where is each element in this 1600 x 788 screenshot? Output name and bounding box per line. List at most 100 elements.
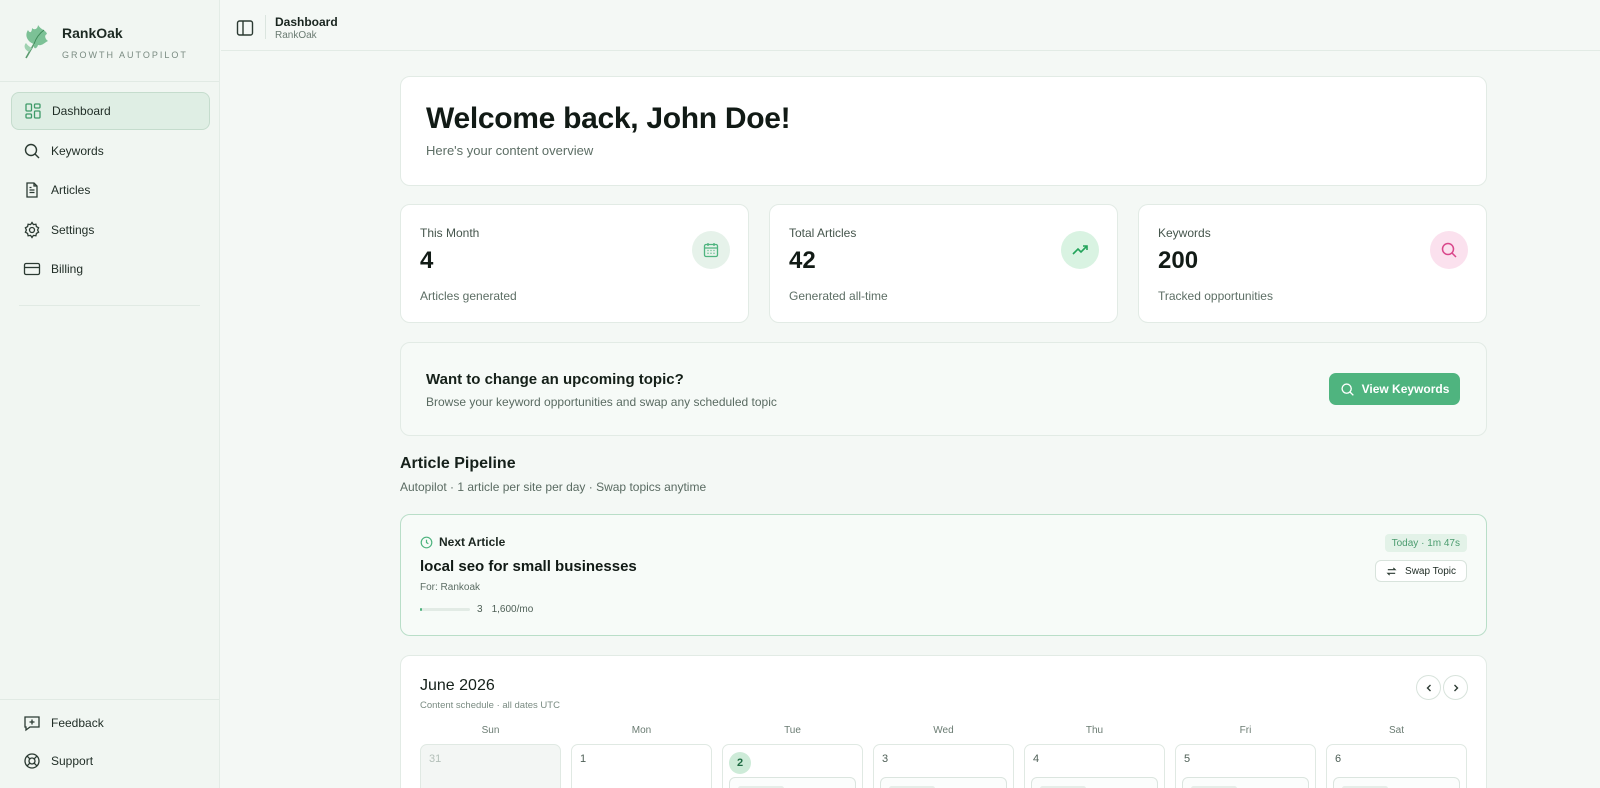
header-divider [265,15,266,39]
day-number: 31 [429,753,442,765]
sidebar-bottom-nav: Feedback Support [11,704,210,781]
swap-topic-label: Swap Topic [1405,565,1456,577]
view-keywords-label: View Keywords [1361,382,1450,396]
stat-label: Keywords [1158,226,1211,240]
next-article-metrics: 3 1,600/mo [420,604,533,615]
view-keywords-button[interactable]: View Keywords [1329,373,1460,405]
weekday-label: Wed [933,725,954,736]
breadcrumb: RankOak [275,30,317,41]
calendar-day[interactable]: 5 [1175,744,1316,788]
stat-description: Generated all-time [789,289,888,303]
sidebar-item-feedback[interactable]: Feedback [11,704,210,741]
stat-label: This Month [420,226,480,240]
calendar-month: June 2026 [420,677,495,694]
stat-value: 200 [1158,247,1199,274]
lifebuoy-icon [23,752,51,770]
day-number: 4 [1033,753,1040,765]
next-article-label: Next Article [439,535,506,549]
sidebar-divider [19,305,200,306]
day-number: 1 [580,753,587,765]
sidebar-item-label: Keywords [51,143,104,158]
calendar-subtitle: Content schedule · all dates UTC [420,700,560,711]
credit-card-icon [23,260,51,278]
brand-tagline: GROWTH AUTOPILOT [62,50,188,60]
calendar-icon [692,231,730,269]
weekday-label: Mon [631,725,652,736]
page-title: Dashboard [275,15,338,29]
sidebar: RankOak GROWTH AUTOPILOT Dashboard Keywo… [0,0,220,788]
dashboard-icon [24,102,52,120]
search-icon [1340,382,1354,396]
next-article-heading: Next Article [420,535,505,549]
trending-up-icon [1061,231,1099,269]
sidebar-item-settings[interactable]: Settings [11,211,210,249]
topic-banner: Want to change an upcoming topic? Browse… [400,342,1487,436]
section-subtitle: Autopilot · 1 article per site per day ·… [400,480,707,494]
scheduled-article-chip[interactable] [1333,777,1460,788]
chevron-right-icon [1453,684,1458,691]
stat-card-keywords: Keywords 200 Tracked opportunities [1138,204,1487,323]
section-title: Article Pipeline [400,455,516,472]
sidebar-item-label: Billing [51,262,84,276]
topic-banner-title: Want to change an upcoming topic? [426,371,684,388]
scheduled-article-chip[interactable] [1182,777,1309,788]
search-icon [23,142,51,160]
next-article-card[interactable]: Next Article local seo for small busines… [400,514,1487,636]
next-article-title: local seo for small businesses [420,558,637,575]
welcome-card: Welcome back, John Doe! Here's your cont… [400,76,1487,186]
oak-leaf-logo-icon [24,25,48,59]
sidebar-item-billing[interactable]: Billing [11,250,210,288]
sidebar-item-label: Articles [51,183,91,197]
stat-card-this-month: This Month 4 Articles generated [400,204,749,323]
stat-label: Total Articles [789,226,857,240]
topic-banner-subtitle: Browse your keyword opportunities and sw… [426,395,777,409]
calendar-day[interactable]: 31 [420,744,561,788]
calendar-card: June 2026 Content schedule · all dates U… [400,655,1487,788]
scheduled-article-chip[interactable] [729,777,856,788]
difficulty-bar [420,608,470,611]
stat-description: Tracked opportunities [1158,289,1273,303]
calendar-prev-button[interactable] [1416,675,1441,700]
schedule-time-badge: Today · 1m 47s [1384,534,1467,552]
sidebar-divider [0,81,219,82]
swap-icon [1386,566,1397,576]
feedback-icon [23,714,51,732]
sidebar-item-keywords[interactable]: Keywords [11,132,210,170]
calendar-day-today[interactable]: 2 [722,744,863,788]
scheduled-article-chip[interactable] [1031,777,1158,788]
calendar-day[interactable]: 1 [571,744,712,788]
sidebar-item-label: Settings [51,222,95,237]
brand[interactable]: RankOak GROWTH AUTOPILOT [20,22,188,62]
sidebar-divider [0,699,219,700]
stat-value: 4 [420,247,434,274]
gear-icon [23,220,51,239]
day-number-today: 2 [729,752,751,774]
brand-name: RankOak [62,25,123,41]
weekday-label: Sun [481,725,500,736]
sidebar-item-dashboard[interactable]: Dashboard [11,92,210,130]
weekday-label: Fri [1239,725,1252,736]
stat-value: 42 [789,247,816,274]
stat-description: Articles generated [420,289,517,303]
sidebar-item-support[interactable]: Support [11,743,210,780]
sidebar-nav: Dashboard Keywords Articles Settings Bil… [11,92,210,290]
day-number: 5 [1184,753,1191,765]
weekday-label: Sat [1388,725,1404,736]
stat-card-total-articles: Total Articles 42 Generated all-time [769,204,1118,323]
weekday-label: Thu [1085,725,1104,736]
swap-topic-button[interactable]: Swap Topic [1375,560,1467,582]
calendar-day[interactable]: 6 [1326,744,1467,788]
calendar-day[interactable]: 4 [1024,744,1165,788]
search-icon [1430,231,1468,269]
day-number: 6 [1335,753,1342,765]
calendar-day[interactable]: 3 [873,744,1014,788]
sidebar-item-label: Dashboard [52,104,111,118]
document-icon [23,181,51,199]
sidebar-item-label: Support [51,754,94,768]
welcome-title: Welcome back, John Doe! [426,102,791,135]
scheduled-article-chip[interactable] [880,777,1007,788]
sidebar-toggle-icon[interactable] [235,18,255,38]
calendar-next-button[interactable] [1443,675,1468,700]
next-article-site: For: Rankoak [420,582,481,593]
sidebar-item-articles[interactable]: Articles [11,171,210,209]
